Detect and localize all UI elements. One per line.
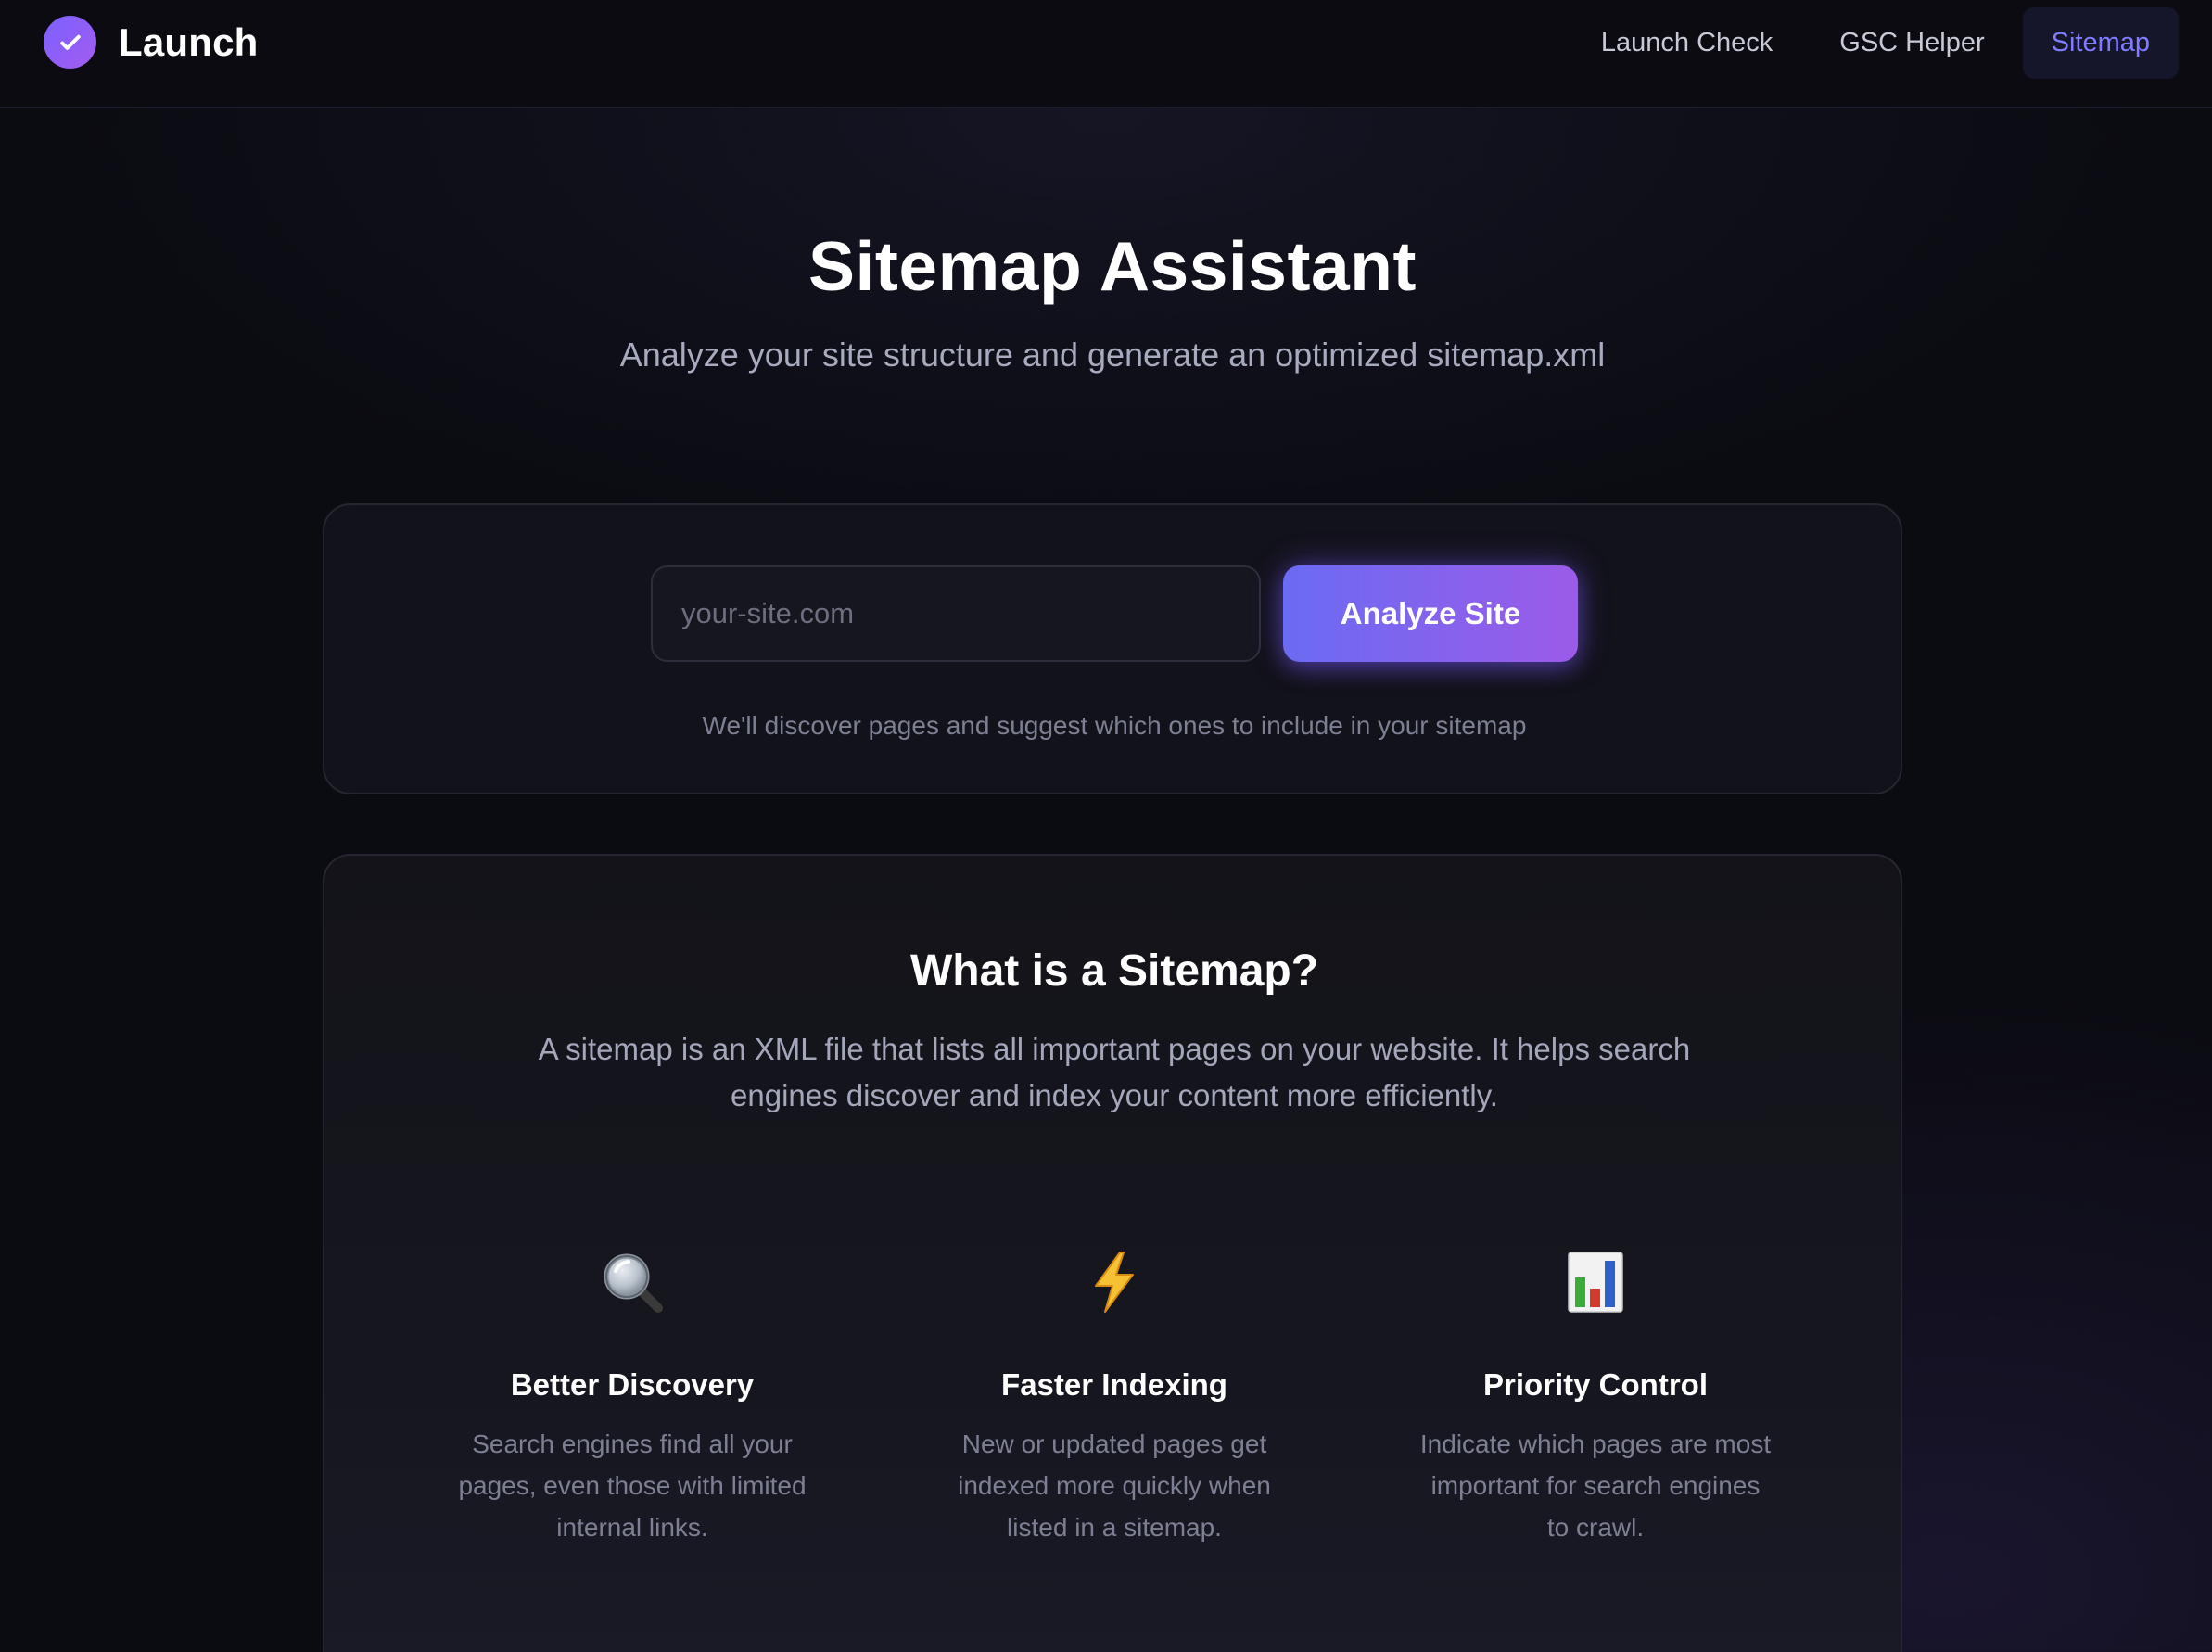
lightning-bolt-icon bbox=[929, 1245, 1300, 1319]
site-url-input[interactable] bbox=[651, 565, 1261, 662]
brand[interactable]: Launch bbox=[44, 16, 259, 69]
feature-title: Priority Control bbox=[1482, 1367, 1708, 1402]
launch-logo-check-icon bbox=[44, 16, 96, 69]
form-hint: We'll discover pages and suggest which o… bbox=[702, 711, 1527, 740]
feature-description: Indicate which pages are most important … bbox=[1419, 1430, 1772, 1542]
analyze-card: Analyze Site We'll discover pages and su… bbox=[323, 503, 1902, 794]
bar-chart-icon bbox=[1410, 1245, 1781, 1319]
feature-description: Search engines find all your pages, even… bbox=[458, 1430, 807, 1542]
page-subtitle: Analyze your site structure and generate… bbox=[619, 336, 1606, 374]
feature-priority-control: Priority Control Indicate which pages ar… bbox=[1410, 1245, 1781, 1548]
info-title: What is a Sitemap? bbox=[909, 947, 1319, 996]
feature-title: Better Discovery bbox=[510, 1367, 755, 1402]
feature-better-discovery: Better Discovery Search engines find all… bbox=[447, 1245, 818, 1548]
feature-description: New or updated pages get indexed more qu… bbox=[958, 1430, 1271, 1542]
sitemap-info-card: What is a Sitemap? A sitemap is an XML f… bbox=[323, 854, 1902, 1652]
nav-sitemap[interactable]: Sitemap bbox=[2022, 7, 2179, 79]
feature-title: Faster Indexing bbox=[1001, 1367, 1227, 1402]
brand-name: Launch bbox=[119, 19, 259, 64]
analyze-site-button[interactable]: Analyze Site bbox=[1283, 565, 1578, 662]
magnifying-glass-icon bbox=[447, 1245, 818, 1319]
nav-gsc-helper[interactable]: GSC Helper bbox=[1811, 7, 2013, 79]
page-title: Sitemap Assistant bbox=[808, 227, 1417, 305]
nav-launch-check[interactable]: Launch Check bbox=[1572, 7, 1801, 79]
info-description: A sitemap is an XML file that lists all … bbox=[538, 1032, 1691, 1112]
main-nav: Launch Check GSC Helper Sitemap bbox=[1563, 7, 2179, 79]
top-navigation-bar: Launch Launch Check GSC Helper Sitemap bbox=[0, 0, 2212, 108]
feature-faster-indexing: Faster Indexing New or updated pages get… bbox=[929, 1245, 1300, 1548]
